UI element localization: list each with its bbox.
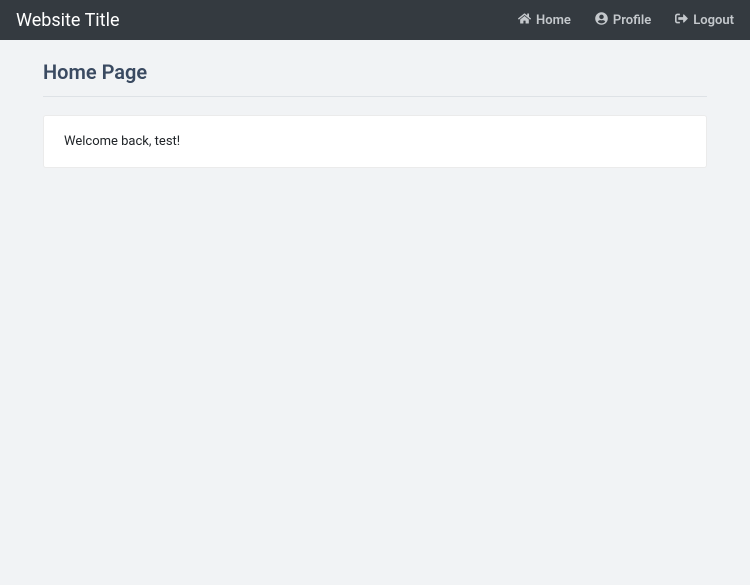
navbar: Website Title Home Profile Logout — [0, 0, 750, 40]
nav-link-home-label: Home — [536, 13, 571, 28]
nav-link-home[interactable]: Home — [518, 12, 571, 29]
navbar-nav: Home Profile Logout — [518, 12, 734, 29]
nav-link-profile[interactable]: Profile — [595, 12, 651, 29]
welcome-card: Welcome back, test! — [43, 115, 707, 168]
page-title: Home Page — [43, 60, 707, 97]
logout-icon — [675, 12, 688, 29]
navbar-brand[interactable]: Website Title — [16, 10, 120, 31]
welcome-message: Welcome back, test! — [64, 134, 180, 149]
user-circle-icon — [595, 12, 608, 29]
nav-link-logout-label: Logout — [693, 13, 734, 28]
nav-link-profile-label: Profile — [613, 13, 651, 28]
home-icon — [518, 12, 531, 29]
main-container: Home Page Welcome back, test! — [15, 40, 735, 188]
nav-link-logout[interactable]: Logout — [675, 12, 734, 29]
